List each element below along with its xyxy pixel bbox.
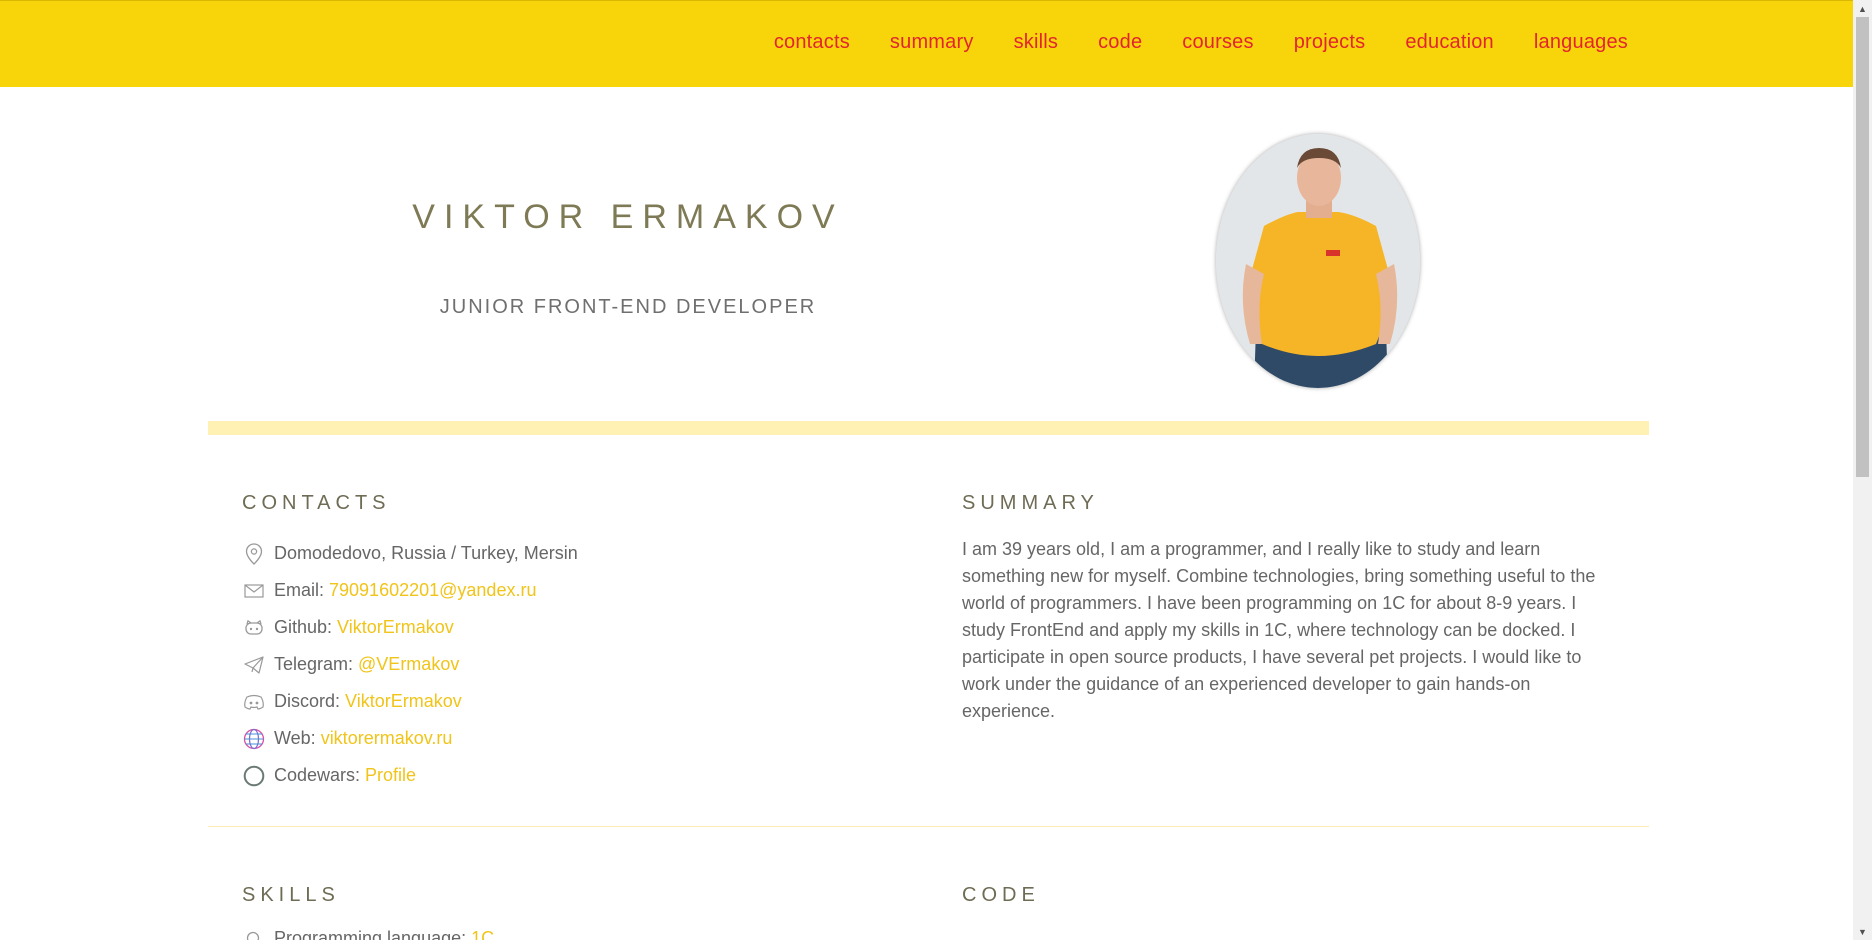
contact-telegram: Telegram: @VErmakov bbox=[242, 646, 842, 683]
profile-job-title: JUNIOR FRONT-END DEVELOPER bbox=[439, 296, 817, 318]
contacts-heading: CONTACTS bbox=[242, 492, 391, 514]
skills-heading: SKILLS bbox=[242, 884, 340, 906]
globe-icon bbox=[242, 727, 266, 751]
contact-discord: Discord: ViktorErmakov bbox=[242, 683, 842, 720]
codewars-icon bbox=[242, 764, 266, 788]
web-link[interactable]: viktorermakov.ru bbox=[321, 728, 453, 749]
scroll-down-arrow-icon[interactable]: ▼ bbox=[1853, 923, 1872, 940]
scroll-up-arrow-icon[interactable]: ▲ bbox=[1853, 0, 1872, 17]
nav-link-code[interactable]: code bbox=[1098, 31, 1142, 54]
nav-link-courses[interactable]: courses bbox=[1182, 31, 1253, 54]
code-heading: CODE bbox=[962, 884, 1040, 906]
nav-link-summary[interactable]: summary bbox=[890, 31, 974, 54]
nav-link-education[interactable]: education bbox=[1405, 31, 1494, 54]
scrollbar-thumb[interactable] bbox=[1856, 17, 1869, 477]
skill-item: Programming language: 1C bbox=[242, 928, 494, 940]
email-label: Email: bbox=[274, 580, 325, 600]
contact-email: Email: 79091602201@yandex.ru bbox=[242, 572, 842, 609]
main-nav: contacts summary skills code courses pro… bbox=[774, 31, 1628, 54]
skill-bullet-icon bbox=[242, 930, 266, 940]
location-text: Domodedovo, Russia / Turkey, Mersin bbox=[274, 543, 578, 563]
skill-label: Programming language: bbox=[274, 928, 467, 940]
summary-text: I am 39 years old, I am a programmer, an… bbox=[962, 539, 1596, 721]
summary-heading: SUMMARY bbox=[962, 492, 1099, 514]
nav-link-languages[interactable]: languages bbox=[1534, 31, 1628, 54]
telegram-label: Telegram: bbox=[274, 654, 354, 674]
contact-location: Domodedovo, Russia / Turkey, Mersin bbox=[242, 535, 842, 572]
nav-link-contacts[interactable]: contacts bbox=[774, 31, 850, 54]
github-link[interactable]: ViktorErmakov bbox=[337, 617, 454, 638]
person-photo-illustration bbox=[1216, 134, 1420, 388]
github-icon bbox=[242, 616, 266, 640]
codewars-label: Codewars: bbox=[274, 765, 361, 785]
discord-link[interactable]: ViktorErmakov bbox=[345, 691, 462, 712]
contact-web: Web: viktorermakov.ru bbox=[242, 720, 842, 757]
section-divider-thick bbox=[208, 421, 1649, 435]
top-navbar: contacts summary skills code courses pro… bbox=[0, 0, 1853, 87]
contacts-list: Domodedovo, Russia / Turkey, Mersin Emai… bbox=[242, 535, 842, 794]
github-label: Github: bbox=[274, 617, 333, 637]
discord-icon bbox=[242, 690, 266, 714]
profile-photo bbox=[1216, 134, 1420, 388]
location-pin-icon bbox=[242, 542, 266, 566]
email-link[interactable]: 79091602201@yandex.ru bbox=[329, 580, 536, 601]
skill-value-link[interactable]: 1C bbox=[471, 928, 494, 940]
discord-label: Discord: bbox=[274, 691, 341, 711]
page: contacts summary skills code courses pro… bbox=[0, 0, 1853, 940]
section-divider-thin bbox=[208, 826, 1649, 827]
envelope-icon bbox=[242, 579, 266, 603]
vertical-scrollbar[interactable]: ▲ ▼ bbox=[1853, 0, 1872, 940]
paper-plane-icon bbox=[242, 653, 266, 677]
codewars-link[interactable]: Profile bbox=[365, 765, 416, 786]
contact-codewars: Codewars: Profile bbox=[242, 757, 842, 794]
web-label: Web: bbox=[274, 728, 316, 748]
nav-link-projects[interactable]: projects bbox=[1294, 31, 1366, 54]
nav-link-skills[interactable]: skills bbox=[1014, 31, 1059, 54]
profile-name: VIKTOR ERMAKOV bbox=[412, 198, 844, 236]
contact-github: Github: ViktorErmakov bbox=[242, 609, 842, 646]
telegram-link[interactable]: @VErmakov bbox=[358, 654, 459, 675]
